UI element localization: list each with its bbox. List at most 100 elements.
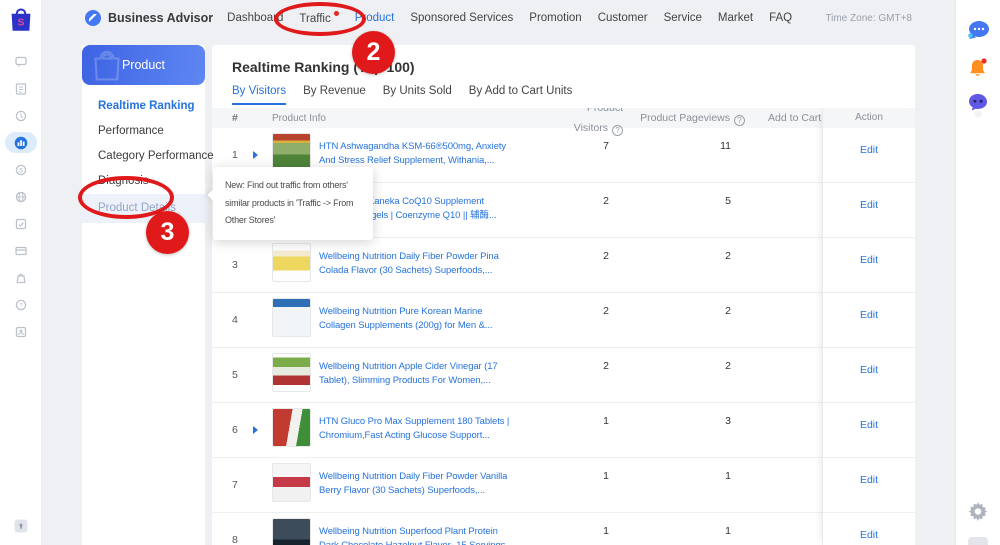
product-thumbnail[interactable] — [272, 518, 311, 545]
performance-clock-icon[interactable] — [0, 102, 42, 129]
help-circle-icon[interactable]: ? — [0, 291, 42, 318]
pageviews-value: 1 — [725, 470, 731, 482]
product-thumbnail[interactable] — [272, 408, 311, 447]
expand-arrow-icon[interactable] — [253, 151, 258, 159]
pageviews-value: 1 — [725, 525, 731, 537]
header-add-to-cart: Add to Cart Units — [768, 112, 822, 124]
ranking-tabs: By Visitors By Revenue By Units Sold By … — [232, 85, 915, 105]
add-to-cart-value — [748, 403, 822, 415]
page-title: Realtime Ranking (Top 100) — [232, 59, 415, 75]
svg-text:$: $ — [19, 167, 23, 174]
header-action: Action — [823, 108, 915, 128]
marketing-globe-icon[interactable] — [0, 183, 42, 210]
rank-cell: 7 — [232, 479, 238, 491]
nav-item-sponsored-services[interactable]: Sponsored Services — [410, 12, 513, 24]
edit-link[interactable]: Edit — [860, 254, 878, 266]
action-column: Action Edit Edit Edit Edit Edit Edit Edi… — [822, 108, 915, 545]
tooltip-arrow — [207, 189, 219, 201]
table-row: 7 Wellbeing Nutrition Daily Fiber Powder… — [212, 458, 822, 513]
edit-link[interactable]: Edit — [860, 144, 878, 156]
annotation-step-2-badge: 2 — [352, 31, 395, 74]
orders-icon[interactable] — [0, 75, 42, 102]
tab-by-units-sold[interactable]: By Units Sold — [383, 85, 452, 105]
product-name-link[interactable]: Wellbeing Nutrition Superfood Plant Prot… — [319, 518, 513, 545]
product-thumbnail[interactable] — [272, 298, 311, 337]
table-row: 6 HTN Gluco Pro Max Supplement 180 Table… — [212, 403, 822, 458]
settings-gear-icon[interactable] — [968, 501, 989, 527]
shop-bag-icon[interactable] — [0, 264, 42, 291]
product-thumbnail[interactable] — [272, 353, 311, 392]
products-box-icon[interactable] — [0, 210, 42, 237]
product-name-link[interactable]: Wellbeing Nutrition Daily Fiber Powder P… — [319, 243, 499, 282]
finance-dollar-icon[interactable]: $ — [0, 156, 42, 183]
product-name-link[interactable]: Wellbeing Nutrition Apple Cider Vinegar … — [319, 353, 498, 392]
new-feature-tooltip: New: Find out traffic from others' simil… — [207, 167, 373, 240]
upload-box-icon[interactable] — [0, 519, 42, 533]
product-name-link[interactable]: Wellbeing Nutrition Pure Korean Marine C… — [319, 298, 493, 337]
visitors-value: 2 — [603, 360, 609, 372]
tab-by-revenue[interactable]: By Revenue — [303, 85, 366, 105]
partial-bottom-icon[interactable] — [968, 537, 988, 545]
sidebar-item-realtime-ranking[interactable]: Realtime Ranking — [82, 94, 205, 119]
edit-link[interactable]: Edit — [860, 364, 878, 376]
add-to-cart-value — [748, 513, 822, 525]
nav-item-promotion[interactable]: Promotion — [529, 12, 581, 24]
svg-text:?: ? — [19, 303, 23, 309]
add-to-cart-value — [748, 348, 822, 360]
table-row: 5 Wellbeing Nutrition Apple Cider Vinega… — [212, 348, 822, 403]
account-card-icon[interactable] — [0, 318, 42, 345]
business-advisor-icon — [85, 10, 101, 26]
nav-item-service[interactable]: Service — [664, 12, 702, 24]
product-thumbnail[interactable] — [272, 463, 311, 502]
product-name-link[interactable]: Kaneka CoQ10 Supplement -gels | Coenzyme… — [368, 188, 497, 227]
table-row: 3 Wellbeing Nutrition Daily Fiber Powder… — [212, 238, 822, 293]
active-rail-highlight — [5, 132, 37, 153]
visitors-value: 2 — [603, 195, 609, 207]
annotation-step-3-badge: 3 — [146, 211, 189, 254]
sidebar-item-performance[interactable]: Performance — [82, 119, 205, 144]
expand-arrow-icon[interactable] — [253, 426, 258, 434]
pageviews-value: 3 — [725, 415, 731, 427]
nav-item-market[interactable]: Market — [718, 12, 753, 24]
payments-card-icon[interactable] — [0, 237, 42, 264]
realtime-ranking-card: Realtime Ranking (Top 100) By Visitors B… — [212, 45, 915, 545]
add-to-cart-value — [748, 183, 822, 195]
header-product-info: Product Info — [272, 112, 326, 124]
left-icon-rail: S $ ? — [0, 0, 42, 545]
visitors-value: 7 — [603, 140, 609, 152]
edit-link[interactable]: Edit — [860, 309, 878, 321]
assistant-bot-icon[interactable] — [967, 93, 990, 123]
rank-cell: 1 — [232, 149, 238, 161]
edit-link[interactable]: Edit — [860, 474, 878, 486]
message-icon[interactable] — [0, 48, 42, 75]
visitors-value: 1 — [603, 525, 609, 537]
product-name-link[interactable]: HTN Gluco Pro Max Supplement 180 Tablets… — [319, 408, 509, 447]
pageviews-value: 2 — [725, 360, 731, 372]
data-analytics-icon[interactable] — [0, 129, 42, 156]
sidebar-item-category-performance[interactable]: Category Performance — [82, 144, 214, 169]
product-thumbnail[interactable] — [272, 243, 311, 282]
svg-text:S: S — [17, 18, 24, 29]
table-row: 4 Wellbeing Nutrition Pure Korean Marine… — [212, 293, 822, 348]
product-name-link[interactable]: Wellbeing Nutrition Daily Fiber Powder V… — [319, 463, 507, 502]
edit-link[interactable]: Edit — [860, 529, 878, 541]
nav-item-faq[interactable]: FAQ — [769, 12, 792, 24]
brand: Business Advisor — [85, 10, 213, 26]
notification-bell-icon[interactable] — [967, 57, 989, 85]
visitors-value: 1 — [603, 415, 609, 427]
bag-watermark-icon — [94, 50, 120, 81]
chat-bubble-icon[interactable] — [966, 20, 991, 48]
nav-item-customer[interactable]: Customer — [598, 12, 648, 24]
tab-by-visitors[interactable]: By Visitors — [232, 85, 287, 105]
table-header-row: # Product Info Product Visitors? Product… — [212, 108, 822, 136]
visitors-value: 2 — [603, 250, 609, 262]
edit-link[interactable]: Edit — [860, 419, 878, 431]
sidebar-title: Product — [121, 58, 166, 72]
header-product-pageviews: Product Pageviews? — [626, 108, 748, 128]
edit-link[interactable]: Edit — [860, 199, 878, 211]
tab-by-add-to-cart-units[interactable]: By Add to Cart Units — [469, 85, 573, 105]
shopee-bag-icon[interactable]: S — [7, 6, 35, 34]
add-to-cart-value — [748, 238, 822, 250]
annotation-circle-product-nav — [274, 2, 366, 36]
help-icon[interactable]: ? — [734, 115, 745, 126]
